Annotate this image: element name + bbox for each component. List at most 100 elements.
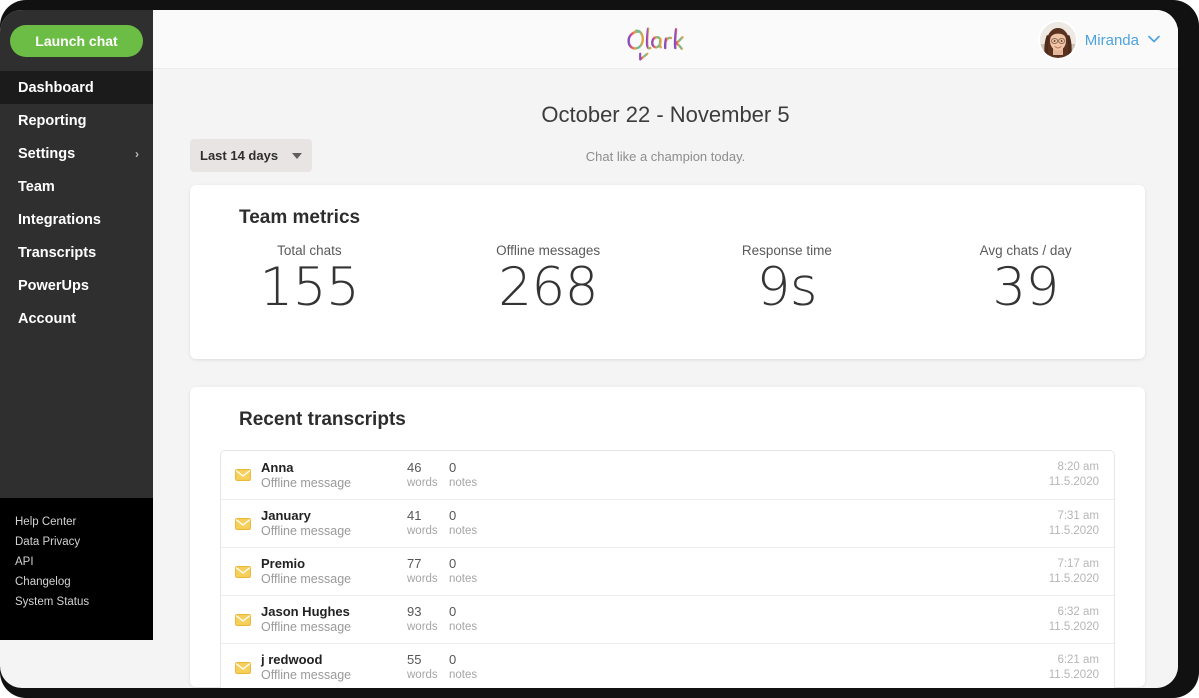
metric-offline-messages: Offline messages 268	[429, 243, 668, 319]
transcript-words-value: 77	[407, 556, 422, 571]
metrics-row: Total chats 155 Offline messages 268 Res…	[190, 243, 1145, 319]
transcript-notes-value: 0	[449, 508, 457, 523]
sidebar-footer-links: Help Center Data Privacy API Changelog S…	[0, 498, 153, 630]
sidebar-item-powerups[interactable]: PowerUps	[0, 269, 153, 302]
sidebar: Launch chat Dashboard Reporting Settings…	[0, 10, 153, 630]
transcript-timestamp: 8:20 am 11.5.2020	[1049, 460, 1099, 490]
chevron-right-icon: ›	[135, 146, 139, 161]
transcript-words: 93 words	[407, 604, 449, 635]
transcript-words-unit: words	[407, 573, 438, 585]
transcript-time: 6:21 am	[1057, 653, 1099, 666]
metric-value: 9s	[756, 257, 818, 318]
transcript-name-column: Jason Hughes Offline message	[257, 604, 407, 635]
transcript-words-unit: words	[407, 621, 438, 633]
sidebar-item-label: Integrations	[18, 211, 101, 228]
sidebar-item-transcripts[interactable]: Transcripts	[0, 236, 153, 269]
envelope-icon	[235, 565, 257, 578]
table-row[interactable]: j redwood Offline message 55 words 0 not…	[221, 643, 1114, 688]
transcript-timestamp: 7:17 am 11.5.2020	[1049, 557, 1099, 587]
transcript-name: Jason Hughes	[261, 604, 350, 619]
transcript-words-unit: words	[407, 525, 438, 537]
metric-label: Total chats	[277, 243, 342, 258]
footer-link-api[interactable]: API	[15, 552, 153, 572]
transcript-name-column: January Offline message	[257, 508, 407, 539]
transcript-timestamp: 7:31 am 11.5.2020	[1049, 509, 1099, 539]
footer-link-help-center[interactable]: Help Center	[15, 512, 153, 532]
sidebar-bottom-fill	[0, 630, 153, 640]
user-menu[interactable]: Miranda	[1039, 22, 1160, 58]
top-bar: Miranda	[153, 10, 1178, 69]
transcript-date: 11.5.2020	[1048, 476, 1099, 488]
avatar	[1039, 22, 1076, 58]
sidebar-item-label: Transcripts	[18, 244, 97, 261]
footer-link-changelog[interactable]: Changelog	[15, 572, 153, 592]
transcript-subtitle: Offline message	[261, 572, 352, 586]
transcript-words-value: 41	[407, 508, 422, 523]
sidebar-item-team[interactable]: Team	[0, 170, 153, 203]
metric-value: 155	[259, 257, 360, 318]
transcript-notes-unit: notes	[449, 476, 478, 489]
transcript-notes: 0 notes	[449, 556, 509, 587]
dashboard-page: October 22 - November 5 Chat like a cham…	[153, 69, 1178, 688]
transcript-words-value: 46	[407, 459, 422, 475]
date-range-select[interactable]: Last 14 days	[190, 139, 312, 172]
launch-chat-button[interactable]: Launch chat	[10, 25, 143, 57]
transcript-timestamp: 6:21 am 11.5.2020	[1049, 653, 1099, 683]
transcript-subtitle: Offline message	[261, 475, 352, 490]
olark-logo[interactable]	[623, 23, 709, 63]
table-row[interactable]: January Offline message 41 words 0 notes	[221, 499, 1114, 547]
transcript-date: 11.5.2020	[1048, 572, 1099, 585]
transcript-notes-value: 0	[449, 556, 457, 571]
transcript-notes: 0 notes	[449, 508, 509, 539]
sidebar-item-account[interactable]: Account	[0, 302, 153, 335]
transcript-notes-value: 0	[449, 459, 457, 475]
user-name-label: Miranda	[1084, 31, 1139, 49]
transcript-words: 77 words	[407, 556, 449, 587]
footer-link-data-privacy[interactable]: Data Privacy	[15, 532, 153, 552]
transcript-notes: 0 notes	[449, 652, 509, 683]
sidebar-item-label: Reporting	[18, 112, 87, 129]
transcript-name-column: Anna Offline message	[257, 460, 407, 491]
transcript-date: 11.5.2020	[1048, 668, 1099, 681]
transcript-words-unit: words	[407, 669, 438, 681]
transcript-name-column: j redwood Offline message	[257, 652, 407, 683]
transcript-time: 6:32 am	[1057, 605, 1099, 618]
recent-transcripts-title: Recent transcripts	[239, 409, 406, 430]
date-range-select-value: Last 14 days	[200, 148, 279, 163]
transcript-words: 55 words	[407, 652, 449, 683]
app-window: Launch chat Dashboard Reporting Settings…	[0, 0, 1199, 698]
sidebar-item-dashboard[interactable]: Dashboard	[0, 71, 153, 104]
team-metrics-card: Team metrics Total chats 155 Offline mes…	[190, 185, 1145, 359]
transcript-subtitle: Offline message	[261, 620, 352, 634]
transcript-notes-unit: notes	[449, 573, 478, 585]
table-row[interactable]: Jason Hughes Offline message 93 words 0 …	[221, 595, 1114, 643]
table-row[interactable]: Anna Offline message 46 words 0 notes 8:…	[221, 451, 1114, 499]
footer-link-system-status[interactable]: System Status	[15, 592, 153, 612]
transcript-name: j redwood	[261, 652, 323, 667]
transcript-notes: 0 notes	[449, 460, 509, 491]
viewport: Launch chat Dashboard Reporting Settings…	[0, 10, 1178, 688]
chevron-down-icon	[1148, 34, 1160, 46]
launch-chat-container: Launch chat	[0, 10, 153, 65]
team-metrics-title: Team metrics	[239, 207, 361, 228]
recent-transcripts-card: Recent transcripts Anna Offline message …	[190, 387, 1145, 688]
transcript-notes-unit: notes	[449, 525, 478, 537]
metric-avg-chats-per-day: Avg chats / day 39	[906, 243, 1145, 319]
sidebar-item-label: Dashboard	[18, 79, 94, 96]
sidebar-item-settings[interactable]: Settings ›	[0, 137, 153, 170]
page-title: October 22 - November 5	[541, 102, 790, 127]
sidebar-item-label: Account	[18, 310, 76, 327]
transcript-words-unit: words	[407, 476, 438, 489]
caret-down-icon	[292, 152, 302, 159]
table-row[interactable]: Premio Offline message 77 words 0 notes	[221, 547, 1114, 595]
transcript-time: 7:17 am	[1057, 557, 1099, 570]
transcript-words-value: 55	[407, 652, 422, 667]
metric-value: 268	[498, 257, 598, 318]
sidebar-item-integrations[interactable]: Integrations	[0, 203, 153, 236]
transcript-notes: 0 notes	[449, 604, 509, 635]
envelope-icon	[235, 517, 257, 530]
metric-label: Response time	[741, 243, 832, 258]
sidebar-item-reporting[interactable]: Reporting	[0, 104, 153, 137]
sidebar-item-label: Team	[18, 178, 55, 195]
metric-label: Offline messages	[496, 243, 601, 258]
